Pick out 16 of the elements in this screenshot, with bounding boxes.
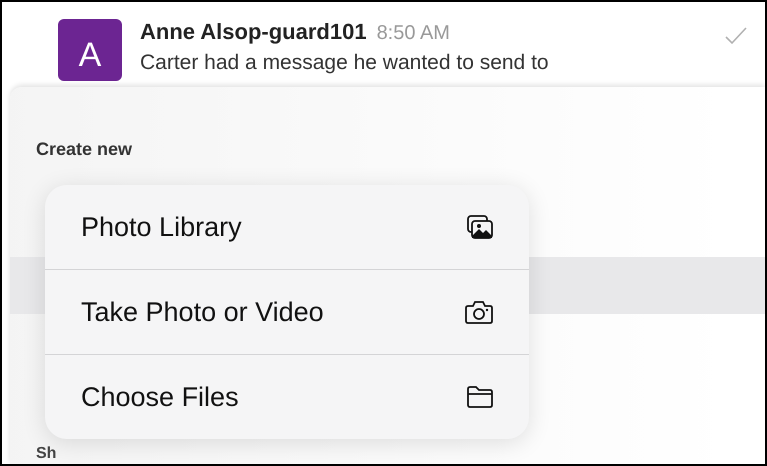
menu-item-label: Choose Files [81,382,239,412]
menu-item[interactable]: Photo Library [45,185,529,269]
menu-item[interactable]: Take Photo or Video [45,270,529,354]
photos-icon [467,215,493,239]
avatar: A [58,19,122,81]
menu-item-label: Take Photo or Video [81,296,324,328]
message-time: 8:50 AM [376,22,450,45]
checkmark-icon [725,27,747,45]
author-name: Anne Alsop-guard101 [140,19,367,45]
section-title: Sh [36,445,56,463]
camera-icon [465,300,493,324]
section-title: Create new [36,139,134,160]
menu-item-label: Photo Library [81,212,242,242]
folder-icon [467,386,493,408]
message-text: Carter had a message he wanted to send to [140,51,550,75]
menu-item[interactable]: Choose Files [45,355,529,439]
